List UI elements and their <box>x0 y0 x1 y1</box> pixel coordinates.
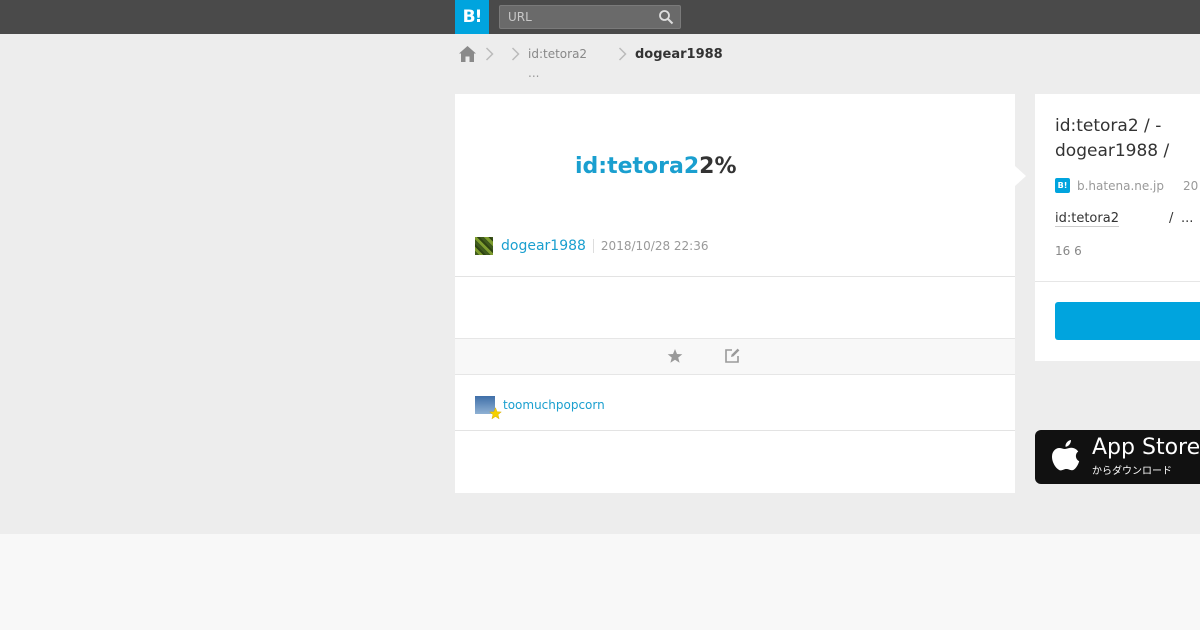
top-bar: B! <box>0 0 1200 34</box>
avatar[interactable] <box>475 396 502 420</box>
apple-icon <box>1052 440 1080 471</box>
hatena-bookmark-logo[interactable]: B! <box>455 0 489 34</box>
divider <box>455 276 1015 277</box>
entry-headline: id:tetora22% <box>575 154 737 179</box>
chevron-right-icon <box>618 47 627 61</box>
star-icon <box>489 407 502 420</box>
headline-user-link[interactable]: id:tetora2 <box>575 154 699 179</box>
breadcrumb-item-current: dogear1988 <box>635 47 723 62</box>
bookmark-user-name[interactable]: dogear1988 <box>501 238 586 254</box>
divider <box>592 239 594 253</box>
entry-info-card: id:tetora2 / - dogear1988 / B! b.hatena.… <box>1035 94 1200 361</box>
search-input[interactable] <box>500 6 653 28</box>
app-store-title: App Store <box>1092 435 1200 460</box>
bookmark-timestamp[interactable]: 2018/10/28 22:36 <box>601 239 709 253</box>
entry-more[interactable]: ... <box>1181 211 1193 226</box>
home-icon[interactable] <box>458 45 477 63</box>
divider <box>455 430 1015 431</box>
star-user-name[interactable]: toomuchpopcorn <box>503 398 605 412</box>
search-box <box>499 5 681 29</box>
card-pointer <box>1015 166 1026 186</box>
avatar[interactable] <box>475 237 493 255</box>
chevron-right-icon <box>485 47 494 61</box>
app-store-subtitle: からダウンロード <box>1092 466 1172 477</box>
entry-title[interactable]: id:tetora2 / - dogear1988 / <box>1055 114 1200 164</box>
entry-domain[interactable]: b.hatena.ne.jp <box>1077 179 1164 193</box>
chevron-right-icon <box>511 47 520 61</box>
headline-text: 2% <box>699 154 737 179</box>
divider <box>1035 281 1200 282</box>
breadcrumb-item-more[interactable]: ... <box>528 66 539 80</box>
entry-separator: / <box>1169 211 1174 226</box>
breadcrumb-item-user[interactable]: id:tetora2 <box>528 47 587 61</box>
app-store-badge[interactable]: App Store からダウンロード <box>1035 430 1200 484</box>
bookmark-card: id:tetora22% dogear1988 2018/10/28 22:36… <box>455 94 1015 493</box>
bookmark-user-row: dogear1988 2018/10/28 22:36 <box>475 237 708 255</box>
bookmark-button[interactable] <box>1055 302 1200 340</box>
search-icon[interactable] <box>658 9 674 25</box>
star-icon[interactable] <box>666 347 684 365</box>
star-list-item: toomuchpopcorn <box>475 395 605 420</box>
edit-icon[interactable] <box>723 347 741 365</box>
entry-date: 20 <box>1183 179 1199 193</box>
entry-stats: 16 6 <box>1055 244 1082 258</box>
site-favicon: B! <box>1055 178 1070 193</box>
entry-owner-link[interactable]: id:tetora2 <box>1055 211 1119 227</box>
action-bar <box>455 338 1015 375</box>
